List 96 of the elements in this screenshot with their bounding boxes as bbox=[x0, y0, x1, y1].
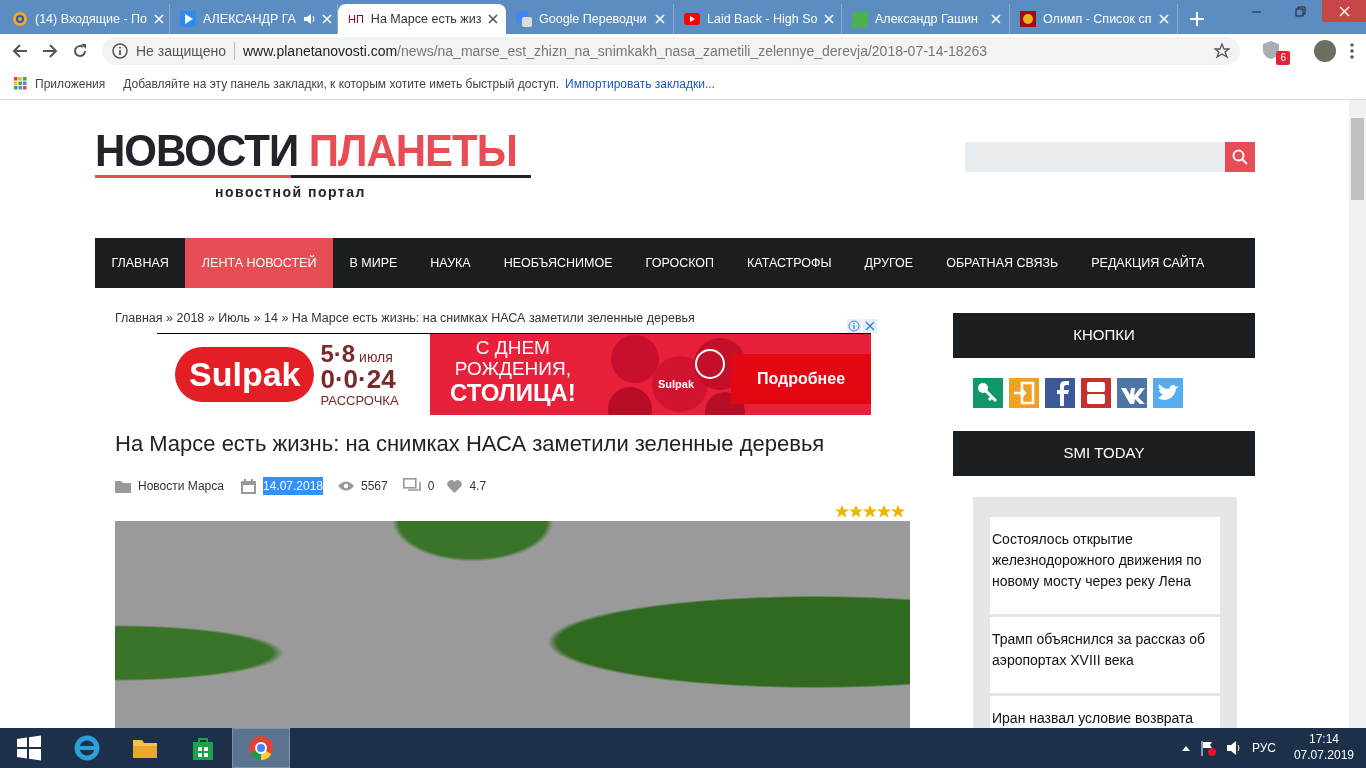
clock[interactable]: 17:14 07.07.2019 bbox=[1293, 732, 1354, 764]
speaker-icon[interactable] bbox=[1225, 740, 1242, 756]
nav-link[interactable]: ДРУГОЕ bbox=[848, 238, 930, 288]
eye-icon bbox=[338, 481, 354, 492]
breadcrumb-separator: » bbox=[206, 311, 216, 325]
ad-greeting: СТОЛИЦА! bbox=[450, 379, 576, 406]
shield-icon bbox=[1262, 39, 1280, 60]
network-flag-icon[interactable] bbox=[1199, 740, 1216, 756]
translate-icon bbox=[516, 11, 532, 27]
nav-link[interactable]: КАТАСТРОФЫ bbox=[730, 238, 849, 288]
ad-cta-button[interactable]: Подробнее bbox=[731, 353, 871, 404]
ad-month: июля bbox=[358, 348, 393, 365]
search-field[interactable] bbox=[965, 142, 1225, 172]
ad-dates: 5·8 bbox=[320, 339, 356, 367]
favicon: НП bbox=[348, 11, 364, 27]
ad-logo: Sulpak bbox=[175, 346, 315, 402]
ad-balloon-label: Sulpak bbox=[658, 376, 695, 392]
url-text: www.planetanovosti.com/news/na_marse_est_zhizn_na_snimkakh_nasa_zametili_zelennye_derevja/2018-07-14-18263 bbox=[243, 41, 987, 61]
import-bookmarks-link[interactable]: Импортировать закладки... bbox=[565, 74, 715, 93]
facebook-icon[interactable] bbox=[1045, 378, 1075, 408]
key-icon[interactable] bbox=[973, 378, 1003, 408]
breadcrumb-separator: » bbox=[165, 311, 174, 325]
browser-tab[interactable]: НП На Марсе есть жиз bbox=[338, 4, 506, 34]
nav-link[interactable]: РЕДАКЦИЯ САЙТА bbox=[1074, 238, 1221, 288]
security-label: Не защищено bbox=[136, 41, 226, 61]
windows-logo-icon[interactable] bbox=[15, 734, 43, 762]
comment-count: 0 bbox=[427, 478, 435, 496]
apps-grid-icon bbox=[14, 77, 27, 90]
star-icon bbox=[849, 505, 863, 519]
nav-link[interactable]: НАУКА bbox=[413, 238, 488, 288]
nav-link[interactable]: ГЛАВНАЯ bbox=[95, 238, 186, 288]
forward-icon[interactable] bbox=[42, 43, 58, 59]
scrollbar[interactable] bbox=[1349, 100, 1366, 728]
news-link[interactable]: Трамп объяснился за рассказ об аэропортах XVIII века bbox=[990, 617, 1220, 693]
apps-link[interactable]: Приложения bbox=[14, 74, 106, 93]
view-count: 5567 bbox=[361, 478, 388, 496]
chrome-icon[interactable] bbox=[247, 734, 275, 762]
nav-link[interactable]: НЕОБЪЯСНИМОЕ bbox=[487, 238, 630, 288]
emblem-icon bbox=[1020, 11, 1036, 27]
breadcrumb-link[interactable]: 2018 bbox=[176, 311, 205, 325]
language-indicator[interactable]: РУС bbox=[1251, 739, 1276, 757]
calendar-icon bbox=[240, 478, 256, 494]
tray-arrow-icon[interactable] bbox=[1181, 745, 1190, 751]
search-icon bbox=[1232, 149, 1248, 165]
address-bar[interactable]: Не защищено www.planetanovosti.com/news/na_marse_est_zhizn_na_snimkakh_nasa_zametili_zelennye_derevja/2018-07-14-18263 bbox=[102, 37, 1240, 65]
new-tab-icon[interactable] bbox=[1190, 12, 1204, 26]
notification-badge: 6 bbox=[1276, 51, 1290, 65]
play-icon bbox=[684, 11, 700, 27]
bird-icon[interactable] bbox=[1153, 378, 1183, 408]
back-icon[interactable] bbox=[12, 43, 28, 59]
breadcrumb-current: На Марсе есть жизнь: на снимках НАСА заметили зеленные деревья bbox=[291, 311, 695, 325]
ad-terms: 0·0·24 bbox=[320, 365, 397, 392]
breadcrumb-separator: » bbox=[252, 311, 262, 325]
close-icon[interactable] bbox=[863, 318, 877, 333]
extension-button[interactable]: 6 bbox=[1262, 37, 1290, 65]
browser-e-icon[interactable] bbox=[73, 734, 101, 762]
widget-title: КНОПКИ bbox=[953, 313, 1255, 358]
square-icon bbox=[852, 11, 868, 27]
close-icon[interactable] bbox=[488, 14, 499, 24]
rating-value: 4.7 bbox=[469, 478, 487, 496]
ad-installment: РАССРОЧКА bbox=[320, 393, 399, 407]
nav-link[interactable]: ГОРОСКОП bbox=[629, 238, 731, 288]
article-date: 14.07.2018 bbox=[262, 477, 323, 496]
breadcrumb-link[interactable]: Главная bbox=[115, 311, 163, 325]
reload-icon[interactable] bbox=[72, 43, 88, 59]
breadcrumb-separator: » bbox=[280, 311, 290, 325]
folder-icon bbox=[115, 479, 131, 493]
nav-link[interactable]: В МИРЕ bbox=[332, 238, 414, 288]
nav-link[interactable]: ЛЕНТА НОВОСТЕЙ bbox=[185, 238, 333, 288]
breadcrumb-link[interactable]: 14 bbox=[264, 311, 278, 325]
ad-greeting: РОЖДЕНИЯ, bbox=[453, 358, 572, 380]
site-logo[interactable]: НОВОСТИ ПЛАНЕТЫ новостной портал bbox=[95, 130, 531, 238]
category-link[interactable]: Новости Марса bbox=[138, 477, 224, 496]
bookmarks-hint: Добавляйте на эту панель закладки, к которым хотите иметь быстрый доступ. bbox=[123, 75, 559, 93]
star-icon bbox=[891, 505, 905, 519]
breadcrumb-link[interactable]: Июль bbox=[218, 311, 251, 325]
search-button[interactable] bbox=[1225, 142, 1255, 172]
ad-greeting: С ДНЕМ bbox=[474, 337, 551, 359]
restore-icon[interactable] bbox=[1294, 5, 1306, 17]
menu-icon[interactable] bbox=[1350, 43, 1354, 59]
news-link[interactable]: Иран назвал условие возврата bbox=[990, 696, 1220, 728]
star-icon bbox=[835, 505, 849, 519]
mail-icon bbox=[12, 11, 28, 27]
info-icon[interactable] bbox=[847, 318, 861, 333]
star-icon[interactable] bbox=[1214, 43, 1230, 59]
avatar-icon[interactable] bbox=[1314, 40, 1336, 62]
star-icon bbox=[863, 505, 877, 519]
play-icon bbox=[180, 11, 196, 27]
nav-link[interactable]: ОБРАТНАЯ СВЯЗЬ bbox=[929, 238, 1075, 288]
widget-title: SMI TODAY bbox=[953, 431, 1255, 476]
vk-icon[interactable] bbox=[1117, 378, 1147, 408]
heart-icon bbox=[447, 479, 463, 493]
star-icon bbox=[877, 505, 891, 519]
article-title: На Марсе есть жизнь: на снимках НАСА заметили зеленные деревья bbox=[115, 430, 826, 458]
info-icon bbox=[112, 43, 128, 59]
news-link[interactable]: Состоялось открытие железнодорожного движения по новому мосту через реку Лена bbox=[990, 517, 1220, 614]
